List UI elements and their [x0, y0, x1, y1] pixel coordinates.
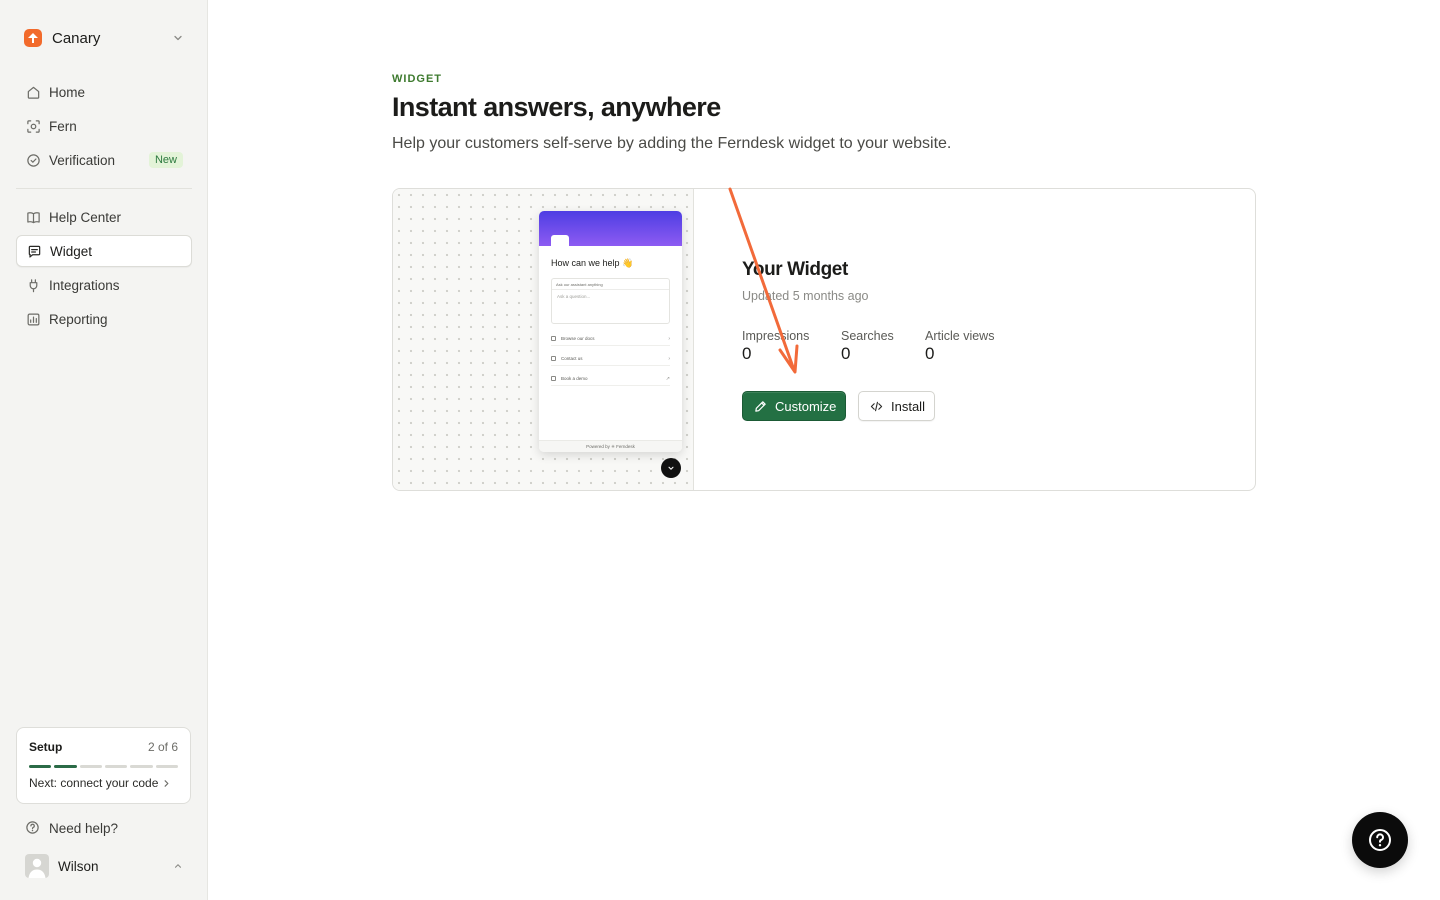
widget-preview-logo: [551, 235, 569, 249]
sidebar-item-home[interactable]: Home: [16, 76, 192, 108]
widget-preview-option: Contact us ›: [551, 352, 670, 366]
workspace-switcher[interactable]: Canary: [16, 22, 192, 54]
stat-value: 0: [841, 344, 851, 363]
badge-check-icon: [25, 152, 41, 168]
need-help-label: Need help?: [49, 820, 119, 836]
stat-article-views: Article views 0: [925, 329, 994, 364]
chevron-right-icon: [162, 779, 171, 788]
page-subtitle: Help your customers self-serve by adding…: [392, 135, 952, 152]
sidebar-item-widget[interactable]: Widget: [16, 235, 192, 267]
sidebar-item-label: Verification: [49, 152, 116, 168]
need-help-link[interactable]: Need help?: [16, 814, 192, 842]
setup-progress-segment: [29, 765, 52, 768]
fern-scan-icon: [25, 118, 41, 134]
widget-card: How can we help 👋 Ask our assistant anyt…: [392, 188, 1256, 491]
message-icon: [26, 243, 42, 259]
install-label: Install: [891, 398, 925, 414]
sidebar: Canary Home Fern Verification New Help C…: [0, 0, 208, 900]
page-eyebrow: WIDGET: [392, 73, 442, 85]
help-chat-button[interactable]: [1352, 812, 1408, 868]
stat-value: 0: [925, 344, 935, 363]
sidebar-item-label: Integrations: [49, 277, 120, 293]
widget-updated: Updated 5 months ago: [742, 289, 869, 303]
primary-nav: Home Fern Verification New: [16, 76, 192, 178]
widget-preview-launcher: [661, 458, 681, 478]
setup-progress-segment: [155, 765, 178, 768]
stat-label: Article views: [925, 329, 995, 343]
widget-preview-option-label: Contact us: [561, 356, 583, 361]
chevron-down-icon: [172, 32, 184, 44]
chart-icon: [25, 311, 41, 327]
page-title: Instant answers, anywhere: [392, 92, 721, 122]
install-button[interactable]: Install: [858, 391, 935, 421]
setup-next-step: Next: connect your code: [29, 776, 178, 790]
widget-preview-option: Book a demo ↗: [551, 372, 670, 386]
sidebar-item-label: Home: [49, 84, 86, 100]
arrow-right-icon: ›: [668, 335, 670, 342]
stat-label: Impressions: [742, 329, 810, 343]
book-icon: [551, 336, 556, 341]
main-content: WIDGET Instant answers, anywhere Help yo…: [208, 0, 1440, 900]
user-menu[interactable]: Wilson: [16, 851, 192, 881]
question-circle-icon: [1369, 829, 1391, 851]
pencil-icon: [754, 400, 767, 413]
chevron-up-icon: [173, 861, 183, 871]
setup-progress-card[interactable]: Setup 2 of 6 Next: connect your code: [16, 727, 191, 804]
widget-preview-ask-placeholder: Ask a question...: [557, 294, 591, 299]
widget-preview-option-label: Book a demo: [561, 376, 588, 381]
sidebar-item-reporting[interactable]: Reporting: [16, 303, 192, 335]
stat-searches: Searches 0: [841, 329, 894, 364]
setup-next-label: Next: connect your code: [29, 776, 159, 790]
nav-divider: [16, 188, 192, 189]
plug-icon: [25, 277, 41, 293]
widget-preview-option-label: Browse our docs: [561, 336, 595, 341]
home-icon: [25, 84, 41, 100]
workspace-name: Canary: [52, 29, 101, 47]
widget-preview-greeting: How can we help 👋: [551, 258, 634, 268]
setup-progress-segment: [104, 765, 128, 768]
sidebar-item-label: Reporting: [49, 311, 108, 327]
chevron-down-icon: [668, 466, 674, 470]
sidebar-item-verification[interactable]: Verification New: [16, 144, 192, 176]
sidebar-item-fern[interactable]: Fern: [16, 110, 192, 142]
widget-preview-option: Browse our docs ›: [551, 332, 670, 346]
widget-preview-window: How can we help 👋 Ask our assistant anyt…: [539, 211, 682, 452]
widget-preview-ask-box: Ask our assistant anything Ask a questio…: [551, 278, 670, 324]
sidebar-item-label: Help Center: [49, 209, 122, 225]
avatar: [25, 854, 49, 878]
book-icon: [25, 209, 41, 225]
arrow-right-icon: ›: [668, 355, 670, 362]
stat-label: Searches: [841, 329, 894, 343]
widget-preview: How can we help 👋 Ask our assistant anyt…: [393, 189, 694, 490]
widget-preview-header: [539, 211, 682, 249]
new-badge: New: [148, 152, 183, 168]
canary-logo-icon: [24, 29, 42, 47]
sidebar-item-integrations[interactable]: Integrations: [16, 269, 192, 301]
setup-count: 2 of 6: [147, 740, 178, 754]
setup-progress-segment: [54, 765, 77, 768]
calendar-icon: [551, 376, 556, 381]
customize-button[interactable]: Customize: [742, 391, 846, 421]
setup-progress-segment: [79, 765, 102, 768]
user-name: Wilson: [58, 858, 99, 874]
code-icon: [870, 400, 883, 413]
widget-preview-ask-ai: Ask our assistant anything: [552, 279, 669, 290]
secondary-nav: Help Center Widget Integrations Reportin…: [16, 201, 192, 337]
sidebar-item-help-center[interactable]: Help Center: [16, 201, 192, 233]
stat-impressions: Impressions 0: [742, 329, 809, 364]
arrow-right-icon: ↗: [665, 375, 670, 382]
widget-preview-powered-by: Powered by ✳ Ferndesk: [539, 440, 682, 452]
stat-value: 0: [742, 344, 752, 363]
sidebar-item-label: Fern: [49, 118, 77, 134]
setup-progress-bar: [29, 765, 178, 768]
setup-progress-segment: [130, 765, 153, 768]
setup-title: Setup: [29, 740, 63, 754]
question-circle-icon: [25, 820, 41, 836]
sidebar-item-label: Widget: [50, 243, 93, 259]
customize-label: Customize: [775, 398, 837, 414]
mail-icon: [551, 356, 556, 361]
widget-title: Your Widget: [742, 259, 848, 280]
